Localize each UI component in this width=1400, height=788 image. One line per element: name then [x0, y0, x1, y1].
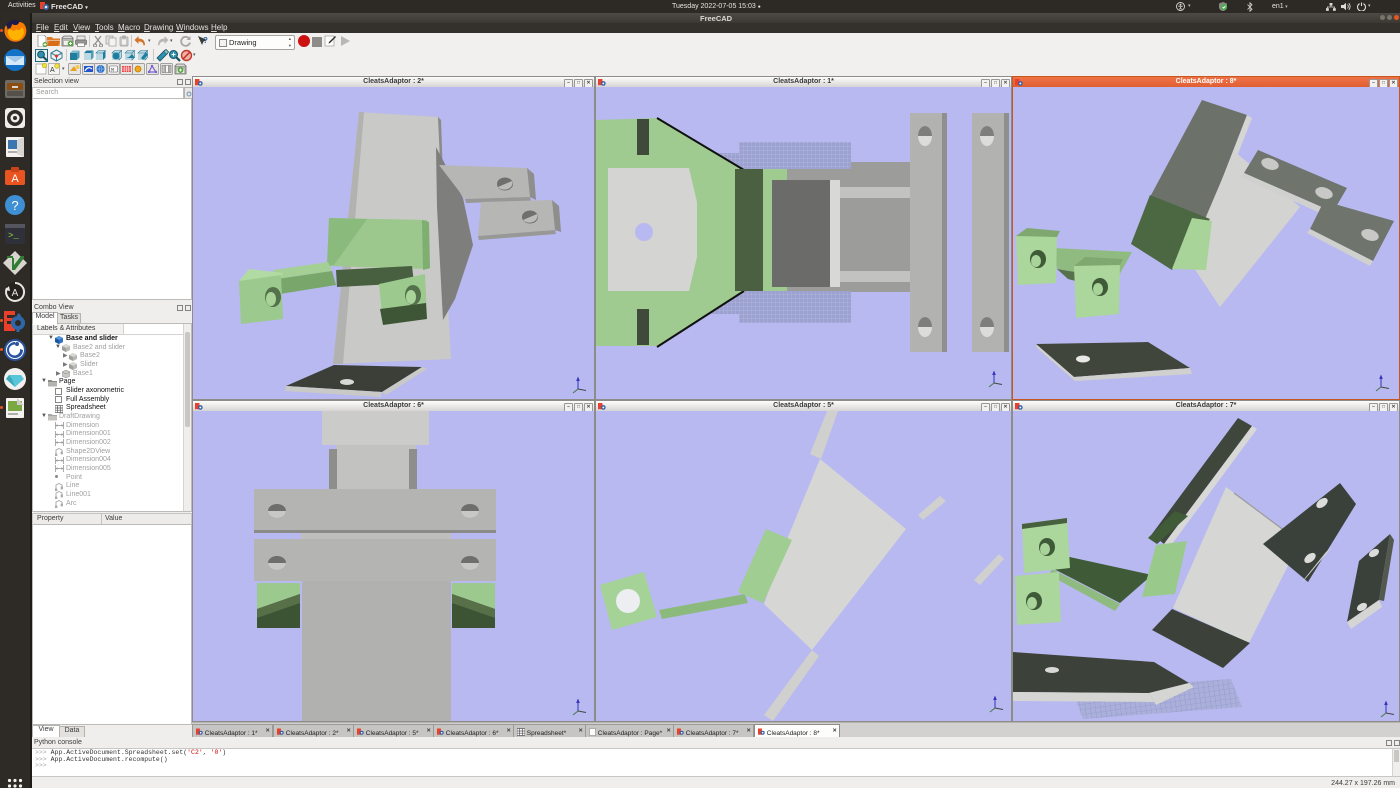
- svg-text:A: A: [12, 288, 19, 299]
- svg-text:?: ?: [11, 198, 18, 213]
- svg-text:?: ?: [203, 36, 208, 45]
- svg-text:>_: >_: [8, 231, 19, 241]
- svg-text:A: A: [11, 173, 19, 185]
- svg-text:A: A: [50, 67, 55, 74]
- svg-text:M: M: [111, 68, 114, 74]
